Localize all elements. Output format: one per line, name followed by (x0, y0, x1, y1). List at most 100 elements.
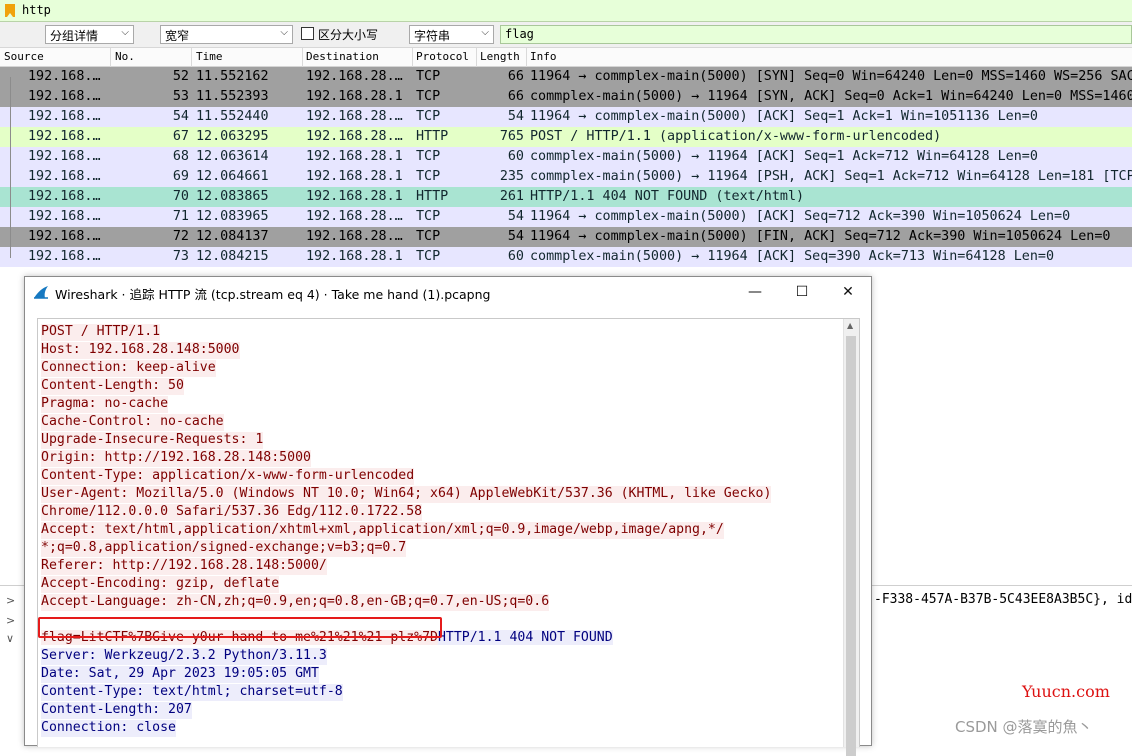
cell-no: 72 (172, 229, 189, 244)
packet-row[interactable]: 192.168.… 67 12.063295 192.168.28.… HTTP… (0, 127, 1132, 147)
scroll-up-icon[interactable]: ▲ (847, 321, 853, 330)
request-line: Chrome/112.0.0.0 Safari/537.36 Edg/112.0… (41, 504, 423, 521)
cell-length: 54 (507, 209, 524, 224)
request-line: Upgrade-Insecure-Requests: 1 (41, 432, 264, 449)
packet-row[interactable]: 192.168.… 68 12.063614 192.168.28.1 TCP … (0, 147, 1132, 167)
column-destination[interactable]: Destination (306, 50, 379, 63)
cell-time: 12.063295 (196, 129, 269, 144)
request-line: Content-Length: 50 (41, 378, 184, 395)
cell-no: 53 (172, 89, 189, 104)
packet-row-selected[interactable]: 192.168.… 70 12.083865 192.168.28.1 HTTP… (0, 187, 1132, 207)
cell-info: commplex-main(5000) → 11964 [ACK] Seq=1 … (530, 149, 1038, 164)
request-line: Host: 192.168.28.148:5000 (41, 342, 240, 359)
charset-value: 宽窄 (165, 29, 190, 43)
cell-length: 54 (507, 109, 524, 124)
minimize-button[interactable]: — (744, 281, 766, 303)
cell-time: 11.552393 (196, 89, 269, 104)
display-filter-bar[interactable]: http (0, 0, 1132, 22)
packet-row[interactable]: 192.168.… 52 11.552162 192.168.28.… TCP … (0, 67, 1132, 87)
request-line: *;q=0.8,application/signed-exchange;v=b3… (41, 540, 407, 557)
packet-list: Source No. Time Destination Protocol Len… (0, 48, 1132, 268)
details-fragment: -F338-457A-B37B-5C43EE8A3B5C}, id (874, 592, 1132, 607)
cell-protocol: HTTP (416, 129, 449, 144)
cell-info: 11964 → commplex-main(5000) [ACK] Seq=1 … (530, 109, 1038, 124)
search-in-select[interactable]: 分组详情 ⌵ (45, 25, 134, 44)
cell-no: 69 (172, 169, 189, 184)
chevron-down-icon[interactable]: ∨ (6, 632, 14, 645)
cell-length: 60 (507, 249, 524, 264)
charset-select[interactable]: 宽窄 ⌵ (160, 25, 293, 44)
cell-time: 12.083865 (196, 189, 269, 204)
cell-protocol: TCP (416, 69, 441, 84)
cell-destination: 192.168.28.1 (306, 149, 403, 164)
chevron-right-icon[interactable]: > (6, 614, 15, 627)
wireshark-fin-icon (34, 286, 48, 299)
column-length[interactable]: Length (480, 50, 520, 63)
request-line: Content-Type: application/x-www-form-url… (41, 468, 415, 485)
search-type-value: 字符串 (414, 29, 451, 43)
maximize-button[interactable]: ☐ (791, 281, 813, 303)
response-line: Server: Werkzeug/2.3.2 Python/3.11.3 (41, 648, 327, 665)
cell-info: commplex-main(5000) → 11964 [PSH, ACK] S… (530, 169, 1132, 184)
request-line: Cache-Control: no-cache (41, 414, 224, 431)
cell-time: 11.552162 (196, 69, 269, 84)
watermark-csdn: CSDN @落寞的魚丶 (955, 718, 1093, 736)
search-in-value: 分组详情 (50, 29, 99, 43)
cell-no: 68 (172, 149, 189, 164)
dialog-titlebar[interactable]: Wireshark · 追踪 HTTP 流 (tcp.stream eq 4) … (25, 277, 871, 307)
cell-time: 12.064661 (196, 169, 269, 184)
cell-no: 71 (172, 209, 189, 224)
cell-no: 52 (172, 69, 189, 84)
cell-protocol: TCP (416, 149, 441, 164)
follow-stream-dialog: Wireshark · 追踪 HTTP 流 (tcp.stream eq 4) … (24, 276, 872, 756)
cell-time: 12.063614 (196, 149, 269, 164)
packet-row[interactable]: 192.168.… 73 12.084215 192.168.28.1 TCP … (0, 247, 1132, 267)
cell-protocol: TCP (416, 109, 441, 124)
chevron-right-icon[interactable]: > (6, 594, 15, 607)
cell-protocol: TCP (416, 249, 441, 264)
column-protocol[interactable]: Protocol (416, 50, 469, 63)
cell-protocol: TCP (416, 169, 441, 184)
request-line: User-Agent: Mozilla/5.0 (Windows NT 10.0… (41, 486, 772, 503)
column-no[interactable]: No. (115, 50, 135, 63)
packet-row[interactable]: 192.168.… 72 12.084137 192.168.28.… TCP … (0, 227, 1132, 247)
packet-row[interactable]: 192.168.… 69 12.064661 192.168.28.1 TCP … (0, 167, 1132, 187)
cell-no: 70 (172, 189, 189, 204)
cell-protocol: HTTP (416, 189, 449, 204)
column-time[interactable]: Time (196, 50, 223, 63)
cell-length: 66 (507, 89, 524, 104)
cell-length: 261 (499, 189, 524, 204)
request-line: Accept-Encoding: gzip, deflate (41, 576, 280, 593)
cell-time: 12.084215 (196, 249, 269, 264)
response-line: Connection: close (41, 720, 176, 737)
cell-destination: 192.168.28.… (306, 209, 403, 224)
chevron-down-icon: ⌵ (121, 27, 129, 38)
find-toolbar: 分组详情 ⌵ 宽窄 ⌵ 区分大小写 字符串 ⌵ flag (0, 22, 1132, 48)
cell-info: 11964 → commplex-main(5000) [SYN] Seq=0 … (530, 69, 1132, 84)
packet-row[interactable]: 192.168.… 54 11.552440 192.168.28.… TCP … (0, 107, 1132, 127)
display-filter-text: http (22, 3, 51, 17)
close-button[interactable]: ✕ (837, 281, 859, 303)
cell-destination: 192.168.28.1 (306, 89, 403, 104)
case-sensitive-checkbox[interactable] (301, 27, 314, 40)
packet-row[interactable]: 192.168.… 71 12.083965 192.168.28.… TCP … (0, 207, 1132, 227)
cell-time: 12.083965 (196, 209, 269, 224)
cell-length: 54 (507, 229, 524, 244)
cell-info: 11964 → commplex-main(5000) [FIN, ACK] S… (530, 229, 1111, 244)
cell-length: 60 (507, 149, 524, 164)
cell-destination: 192.168.28.… (306, 69, 403, 84)
cell-protocol: TCP (416, 229, 441, 244)
column-info[interactable]: Info (530, 50, 557, 63)
cell-info: commplex-main(5000) → 11964 [SYN, ACK] S… (530, 89, 1132, 104)
packet-row[interactable]: 192.168.… 53 11.552393 192.168.28.1 TCP … (0, 87, 1132, 107)
scrollbar-thumb[interactable] (846, 336, 856, 756)
stream-content-pane[interactable]: POST / HTTP/1.1 Host: 192.168.28.148:500… (37, 318, 860, 756)
response-line: Content-Length: 207 (41, 702, 192, 719)
vertical-scrollbar[interactable]: ▲ (843, 319, 859, 756)
bookmark-icon[interactable] (5, 4, 15, 17)
search-input[interactable]: flag (500, 25, 1132, 44)
cell-destination: 192.168.28.1 (306, 169, 403, 184)
column-source[interactable]: Source (4, 50, 44, 63)
search-type-select[interactable]: 字符串 ⌵ (409, 25, 494, 44)
cell-no: 67 (172, 129, 189, 144)
